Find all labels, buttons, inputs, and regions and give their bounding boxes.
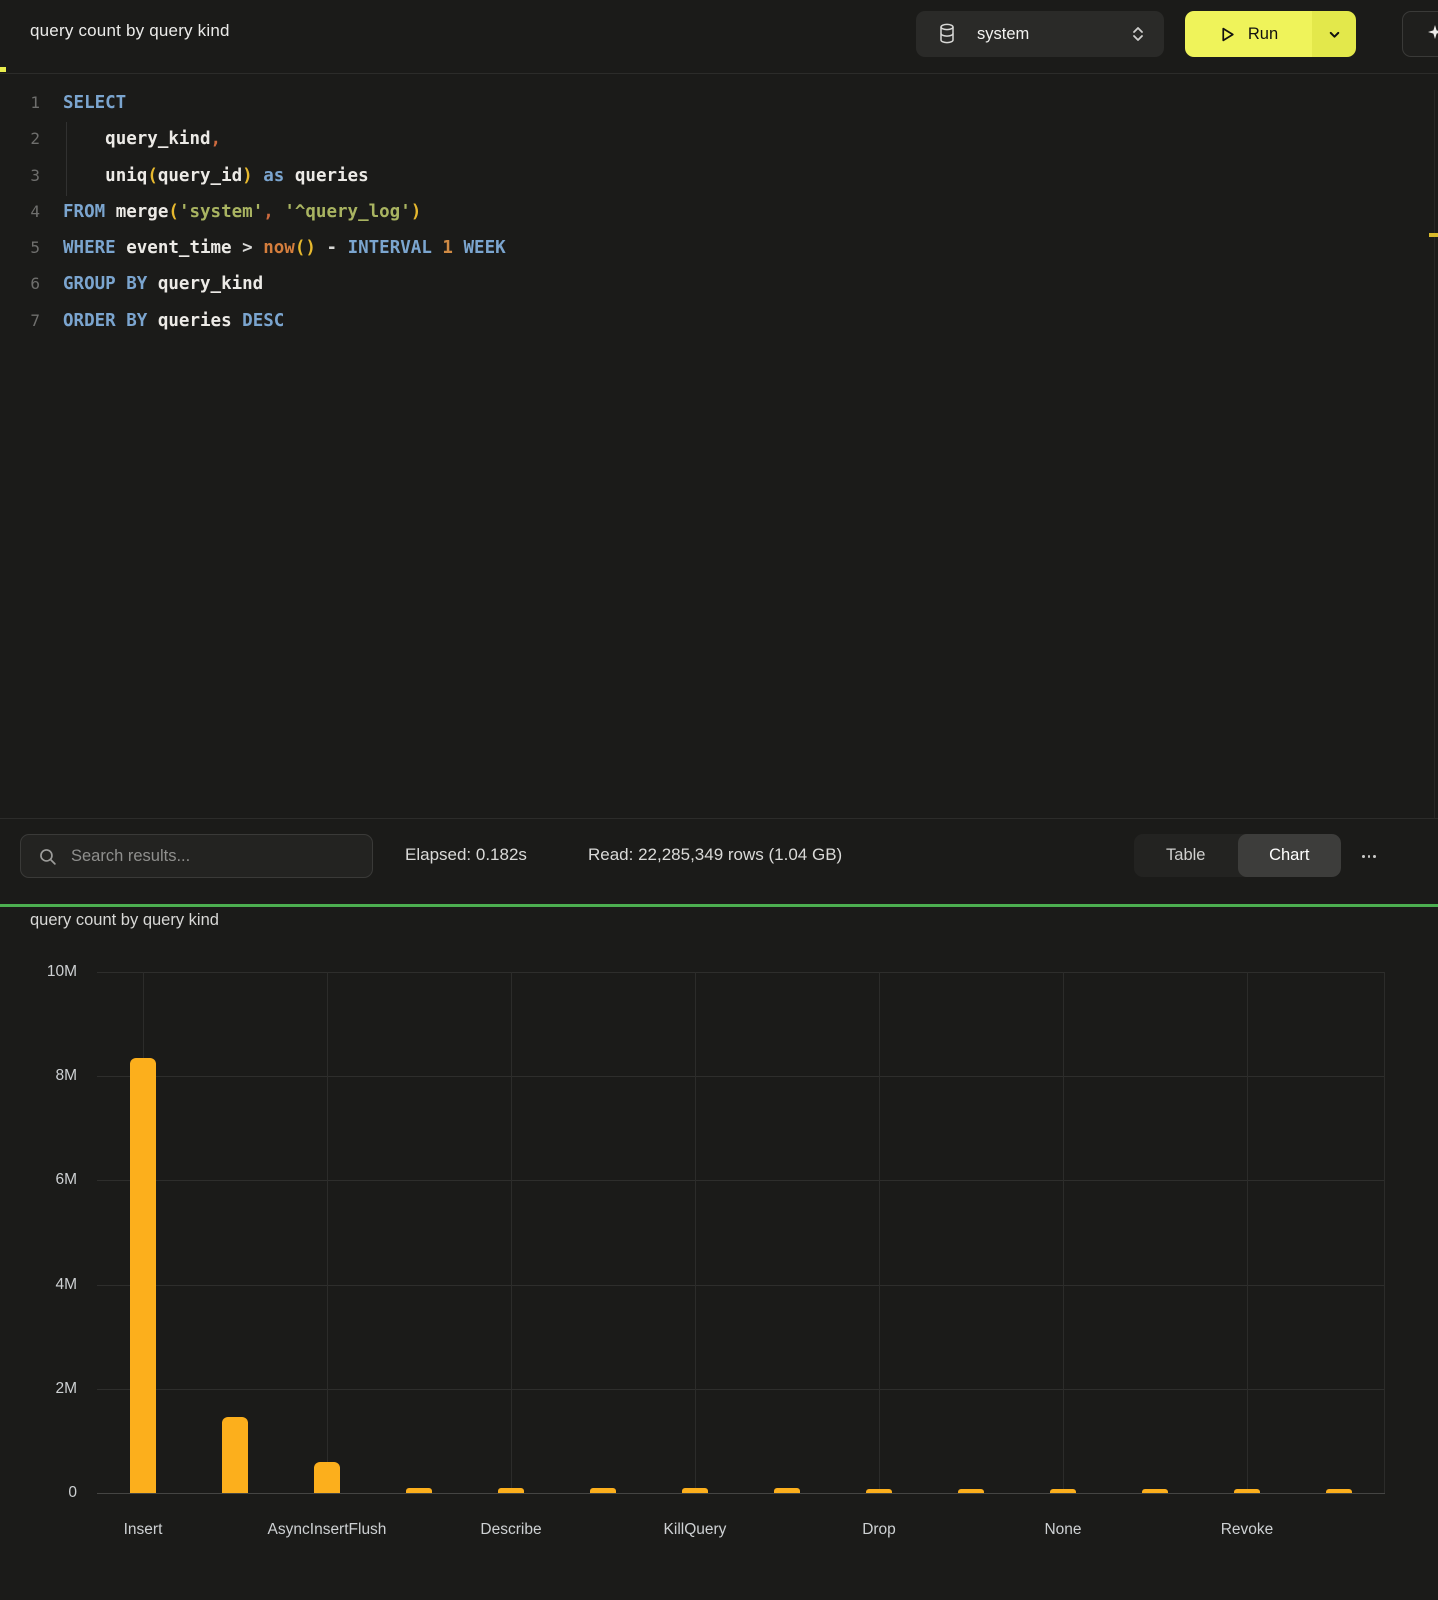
code-text: query_kind,: [63, 121, 221, 157]
active-tab-indicator: [0, 67, 6, 72]
gridline-h: [97, 1076, 1385, 1077]
editor-line: 2 query_kind,: [0, 121, 1438, 157]
bar[interactable]: [774, 1488, 800, 1493]
y-tick-label: 0: [17, 1484, 77, 1502]
view-toggle-chart[interactable]: Chart: [1238, 834, 1342, 877]
gridline-h: [97, 1285, 1385, 1286]
database-icon: [937, 23, 957, 45]
search-results-input[interactable]: [69, 846, 372, 867]
gridline-v: [1247, 972, 1248, 1493]
run-button[interactable]: Run: [1185, 11, 1312, 57]
bar[interactable]: [682, 1488, 708, 1493]
x-tick-label: KillQuery: [664, 1521, 727, 1539]
code-text: GROUP BY query_kind: [63, 266, 263, 302]
gridline-v: [879, 972, 880, 1493]
code-text: WHERE event_time > now() - INTERVAL 1 WE…: [63, 230, 506, 266]
database-selector-value: system: [977, 25, 1029, 44]
bar[interactable]: [130, 1058, 156, 1493]
run-options-button[interactable]: [1312, 11, 1356, 57]
more-options-button[interactable]: [1356, 843, 1382, 869]
bar[interactable]: [866, 1489, 892, 1493]
chevron-down-icon: [1328, 28, 1341, 41]
code-text: ORDER BY queries DESC: [63, 303, 284, 339]
ellipsis-icon: [1362, 855, 1365, 858]
ai-assistant-button[interactable]: [1402, 11, 1438, 57]
code-text: FROM merge('system', '^query_log'): [63, 194, 421, 230]
sparkle-icon: [1425, 22, 1438, 46]
code-text: SELECT: [63, 85, 126, 121]
indent-guide: [66, 122, 67, 196]
editor-line: 1 SELECT: [0, 85, 1438, 121]
gridline-h: [97, 1180, 1385, 1181]
x-tick-label: AsyncInsertFlush: [268, 1521, 387, 1539]
code-text: uniq(query_id) as queries: [63, 158, 369, 194]
bar[interactable]: [1234, 1489, 1260, 1493]
y-tick-label: 2M: [17, 1380, 77, 1398]
line-number: 2: [0, 121, 40, 157]
search-results-box: [20, 834, 373, 878]
y-tick-label: 10M: [17, 963, 77, 981]
editor-line: 6 GROUP BY query_kind: [0, 266, 1438, 302]
run-button-group: Run: [1185, 11, 1356, 57]
sql-editor[interactable]: 1SELECT2 query_kind,3 uniq(query_id) as …: [0, 74, 1438, 818]
y-tick-label: 6M: [17, 1171, 77, 1189]
editor-line: 3 uniq(query_id) as queries: [0, 158, 1438, 194]
bar[interactable]: [958, 1489, 984, 1493]
overview-ruler-mark: [1429, 233, 1438, 237]
editor-scrollbar[interactable]: [1434, 90, 1435, 818]
editor-lines: 1SELECT2 query_kind,3 uniq(query_id) as …: [0, 85, 1438, 339]
play-icon: [1219, 26, 1236, 43]
run-button-label: Run: [1248, 25, 1278, 44]
line-number: 7: [0, 303, 40, 339]
view-toggle: Table Chart: [1134, 834, 1341, 877]
bar[interactable]: [406, 1488, 432, 1493]
elapsed-stat: Elapsed: 0.182s: [405, 845, 527, 865]
line-number: 5: [0, 230, 40, 266]
bar[interactable]: [314, 1462, 340, 1493]
gridline-v: [1063, 972, 1064, 1493]
chart-title: query count by query kind: [30, 911, 219, 930]
x-tick-label: None: [1044, 1521, 1081, 1539]
x-tick-label: Drop: [862, 1521, 896, 1539]
gridline-h: [97, 1389, 1385, 1390]
x-axis-line: [97, 1493, 1385, 1494]
y-tick-label: 4M: [17, 1276, 77, 1294]
results-toolbar: Elapsed: 0.182s Read: 22,285,349 rows (1…: [0, 818, 1438, 905]
y-tick-label: 8M: [17, 1067, 77, 1085]
read-stat: Read: 22,285,349 rows (1.04 GB): [588, 845, 842, 865]
query-title: query count by query kind: [30, 21, 230, 41]
x-tick-label: Describe: [480, 1521, 541, 1539]
sql-console: query count by query kind system Run: [0, 0, 1438, 1600]
search-icon: [38, 847, 57, 866]
editor-line: 5 WHERE event_time > now() - INTERVAL 1 W…: [0, 230, 1438, 266]
bar[interactable]: [1326, 1489, 1352, 1493]
editor-line: 7 ORDER BY queries DESC: [0, 303, 1438, 339]
gridline-v: [1384, 972, 1385, 1493]
gridline-v: [511, 972, 512, 1493]
line-number: 6: [0, 266, 40, 302]
line-number: 4: [0, 194, 40, 230]
line-number: 1: [0, 85, 40, 121]
x-tick-label: Revoke: [1221, 1521, 1274, 1539]
gridline-h: [97, 972, 1385, 973]
bar[interactable]: [590, 1488, 616, 1493]
chart-panel: query count by query kind 10M8M6M4M2M0In…: [0, 907, 1438, 1600]
bar[interactable]: [1050, 1489, 1076, 1493]
bar[interactable]: [498, 1488, 524, 1493]
query-header: query count by query kind system Run: [0, 0, 1438, 74]
view-toggle-table[interactable]: Table: [1134, 834, 1238, 877]
bar[interactable]: [1142, 1489, 1168, 1493]
x-tick-label: Insert: [124, 1521, 163, 1539]
line-number: 3: [0, 158, 40, 194]
chevron-up-down-icon: [1130, 24, 1146, 44]
bar[interactable]: [222, 1417, 248, 1493]
database-selector[interactable]: system: [916, 11, 1164, 57]
editor-line: 4 FROM merge('system', '^query_log'): [0, 194, 1438, 230]
gridline-v: [327, 972, 328, 1493]
gridline-v: [695, 972, 696, 1493]
chart-plot: 10M8M6M4M2M0InsertAsyncInsertFlushDescri…: [97, 972, 1385, 1493]
